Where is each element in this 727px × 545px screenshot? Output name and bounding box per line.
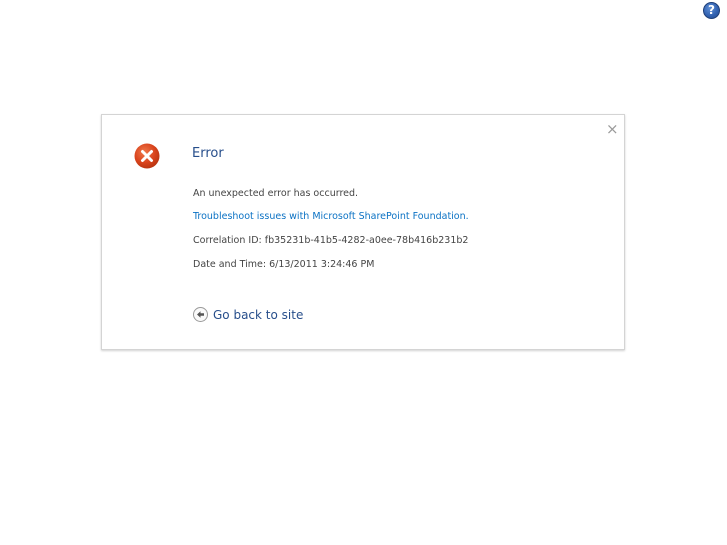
error-x-icon (134, 143, 160, 169)
close-icon[interactable]: × (606, 122, 619, 137)
correlation-id: Correlation ID: fb35231b-41b5-4282-a0ee-… (193, 235, 469, 246)
error-page: ? × Error An unexpected error has occurr… (0, 0, 727, 545)
troubleshoot-link[interactable]: Troubleshoot issues with Microsoft Share… (193, 211, 469, 222)
back-arrow-icon (193, 307, 208, 322)
date-time: Date and Time: 6/13/2011 3:24:46 PM (193, 259, 375, 270)
error-dialog: × Error An unexpected error has occurred… (101, 114, 625, 350)
go-back-label: Go back to site (213, 307, 304, 322)
error-message: An unexpected error has occurred. (193, 188, 359, 199)
go-back-link[interactable]: Go back to site (193, 306, 303, 323)
error-title: Error (192, 146, 224, 161)
help-icon[interactable]: ? (703, 2, 720, 19)
